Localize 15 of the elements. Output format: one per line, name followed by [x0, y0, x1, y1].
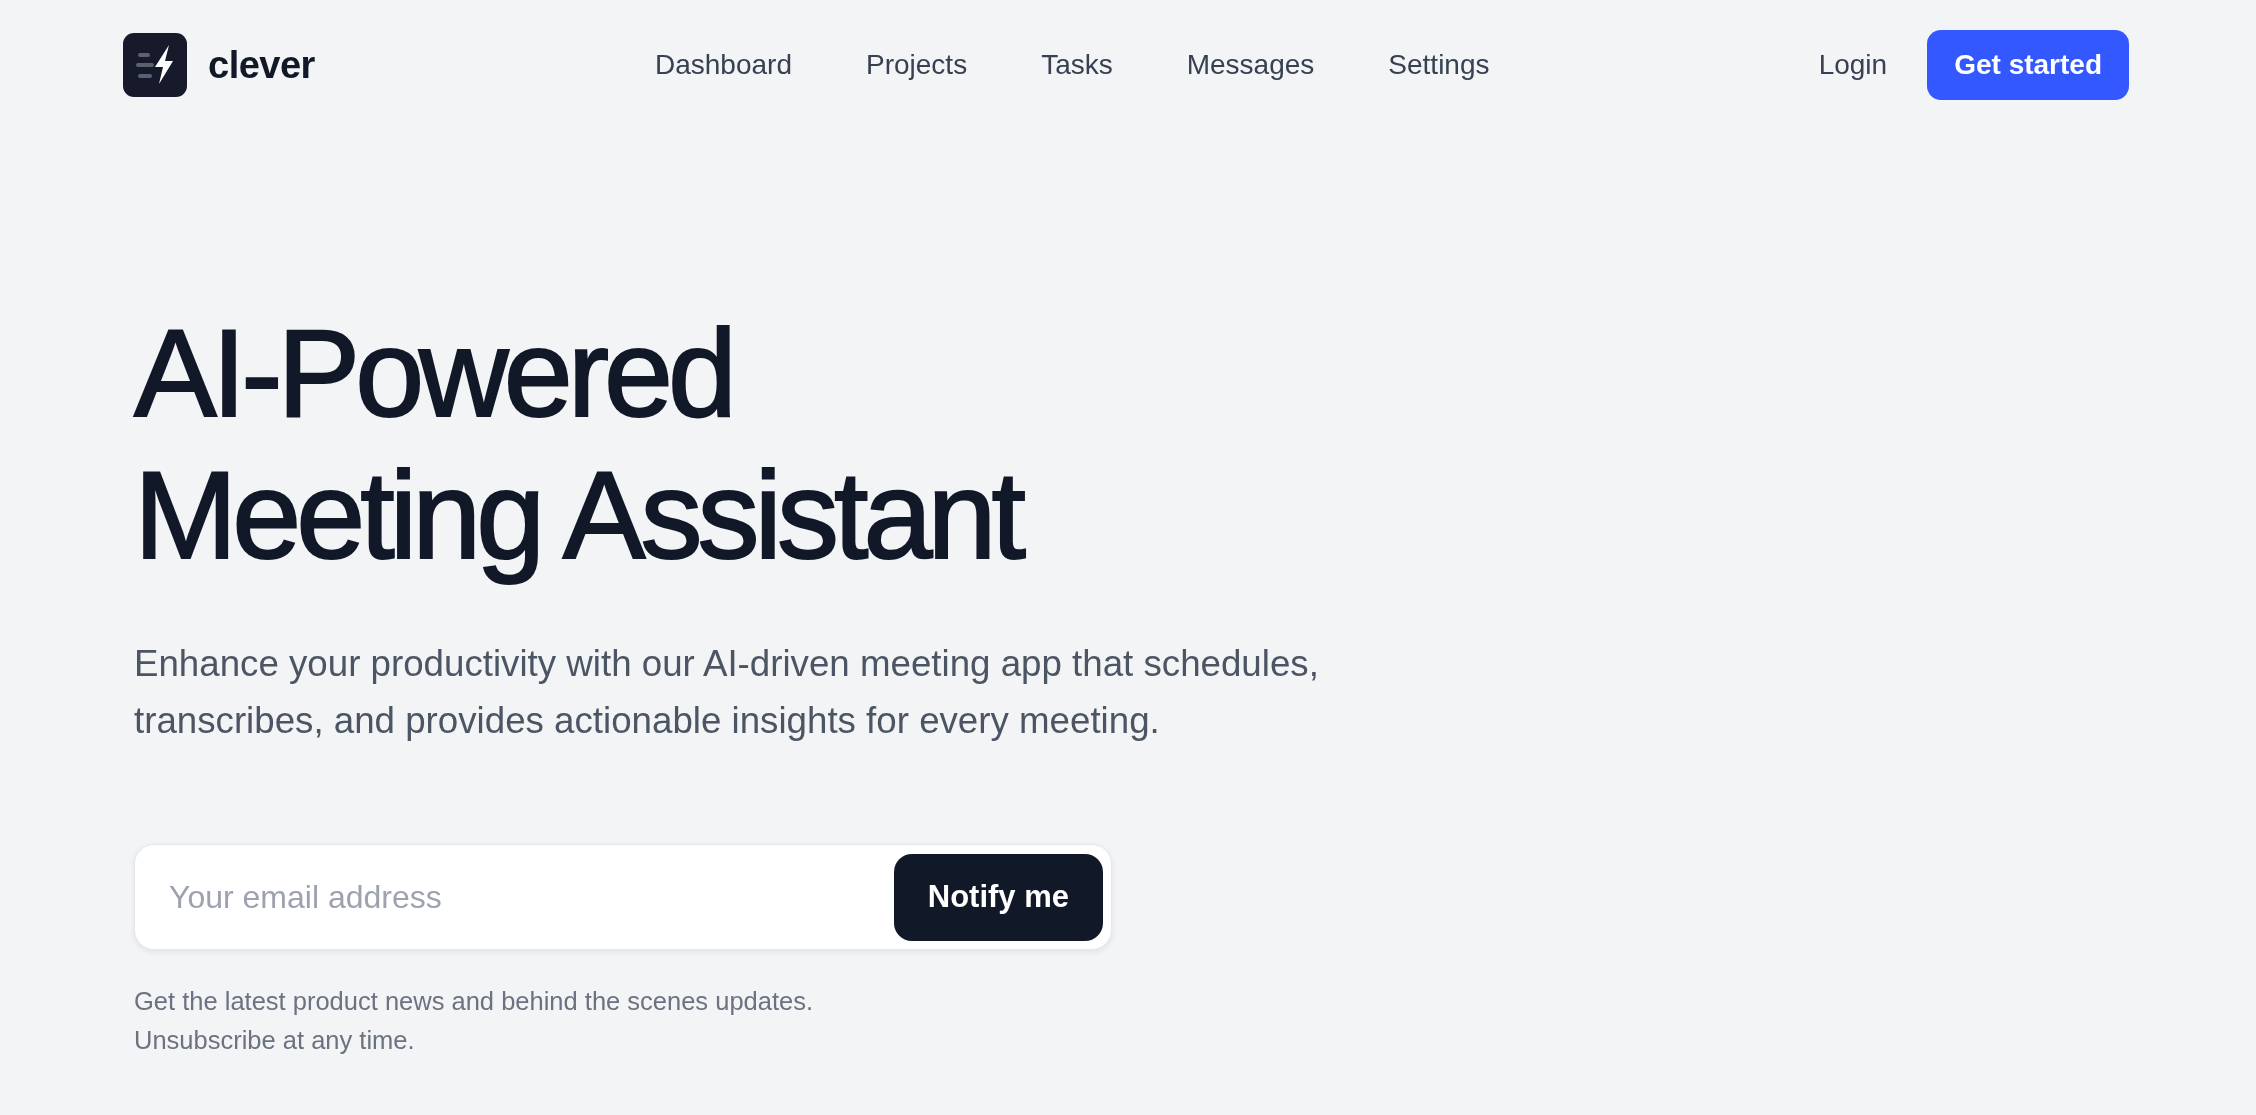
- signup-note: Unsubscribe at any time.: [134, 1025, 415, 1056]
- brand-name: clever: [208, 46, 315, 84]
- nav-link[interactable]: Settings: [1388, 48, 1490, 82]
- lightning-logo-icon: [123, 33, 187, 97]
- email-field[interactable]: Your email address Notify me: [134, 844, 1112, 950]
- hero-title: AI-Powered Meeting Assistant: [134, 303, 1023, 586]
- notify-button[interactable]: Notify me: [893, 853, 1103, 941]
- hero-description: Enhance your productivity with our AI-driven meeting app that schedules, transcribes, and provides actionable insights for every meeting.: [134, 642, 1320, 743]
- signup-note: Get the latest product news and behind the scenes updates.: [134, 986, 814, 1017]
- nav-link[interactable]: Tasks: [1041, 48, 1113, 82]
- nav-link[interactable]: Messages: [1186, 48, 1315, 82]
- get-started-button[interactable]: Get started: [1927, 30, 2129, 100]
- nav-link[interactable]: Projects: [866, 48, 968, 82]
- login-link[interactable]: Login: [1818, 48, 1888, 82]
- nav-link[interactable]: Dashboard: [655, 48, 792, 82]
